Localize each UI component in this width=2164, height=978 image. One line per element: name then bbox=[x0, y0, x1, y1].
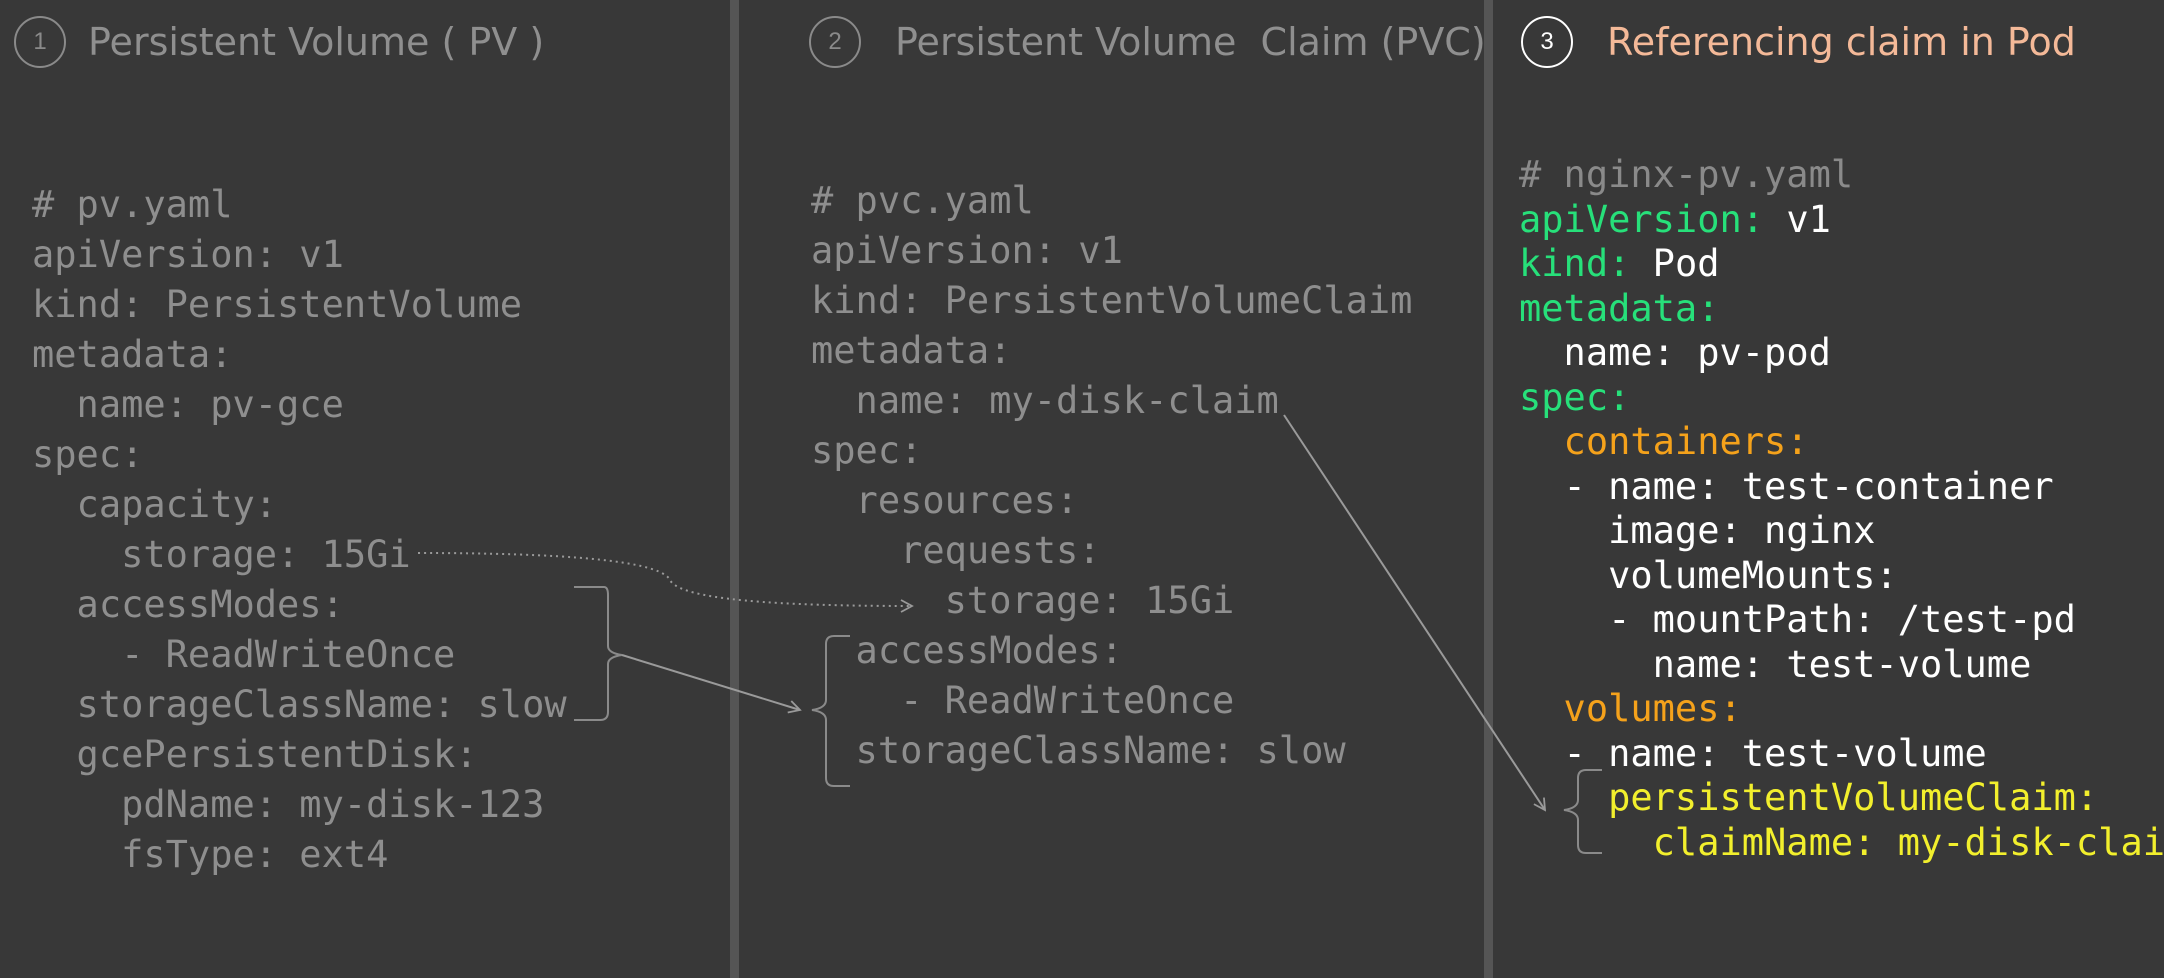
code-line: apiVersion: v1 bbox=[811, 229, 1123, 272]
code-key: name: bbox=[1519, 331, 1675, 374]
code-line: storageClassName: slow bbox=[811, 729, 1346, 772]
code-key: - name: bbox=[1519, 465, 1720, 508]
code-line: apiVersion: v1 bbox=[32, 233, 344, 276]
code-line: fsType: ext4 bbox=[32, 833, 389, 876]
code-key: kind: bbox=[1519, 242, 1631, 285]
code-key: spec: bbox=[1519, 376, 1631, 419]
code-line: name: my-disk-claim bbox=[811, 379, 1279, 422]
code-line: spec: bbox=[1519, 379, 1630, 416]
code-line: - ReadWriteOnce bbox=[811, 679, 1235, 722]
panel-title: Persistent Volume ( PV ) bbox=[88, 20, 545, 64]
code-line: kind: PersistentVolumeClaim bbox=[811, 279, 1413, 322]
code-value: test-volume bbox=[1719, 732, 1987, 775]
code-line: image: nginx bbox=[1519, 512, 1875, 549]
code-line: capacity: bbox=[32, 483, 278, 526]
panel-header: 1 Persistent Volume ( PV ) bbox=[0, 16, 730, 70]
code-line: apiVersion: v1 bbox=[1519, 201, 1831, 238]
panel-pod: 3 Referencing claim in Pod # nginx-pv.ya… bbox=[1493, 0, 2164, 978]
code-line: metadata: bbox=[32, 333, 233, 376]
code-line: volumes: bbox=[1519, 690, 1742, 727]
code-line: # pvc.yaml bbox=[811, 179, 1034, 222]
code-line: claimName: my-disk-claim bbox=[1519, 824, 2164, 861]
code-key: - mountPath: bbox=[1519, 598, 1876, 641]
code-key: volumes: bbox=[1519, 687, 1742, 730]
code-line: gcePersistentDisk: bbox=[32, 733, 478, 776]
code-line: resources: bbox=[811, 479, 1079, 522]
code-key: apiVersion: bbox=[1519, 198, 1765, 241]
code-line: kind: Pod bbox=[1519, 245, 1720, 282]
panel-title: Referencing claim in Pod bbox=[1607, 20, 2076, 64]
code-line: persistentVolumeClaim: bbox=[1519, 779, 2098, 816]
code-key: - name: bbox=[1519, 732, 1720, 775]
code-line: storage: 15Gi bbox=[32, 533, 411, 576]
code-key: metadata: bbox=[1519, 287, 1720, 330]
code-line: requests: bbox=[811, 529, 1101, 572]
code-line: # nginx-pv.yaml bbox=[1519, 156, 1853, 193]
panel-header: 3 Referencing claim in Pod bbox=[1493, 16, 2164, 70]
code-line: containers: bbox=[1519, 423, 1809, 460]
code-key: name: bbox=[1519, 643, 1765, 686]
code-line: spec: bbox=[32, 433, 144, 476]
code-value: v1 bbox=[1764, 198, 1831, 241]
code-line: pdName: my-disk-123 bbox=[32, 783, 545, 826]
code-value: test-container bbox=[1719, 465, 2054, 508]
code-line: accessModes: bbox=[32, 583, 344, 626]
code-line: name: pv-gce bbox=[32, 383, 344, 426]
code-value: test-volume bbox=[1764, 643, 2032, 686]
code-line: storageClassName: slow bbox=[32, 683, 567, 726]
code-key: containers: bbox=[1519, 420, 1809, 463]
code-line: - name: test-volume bbox=[1519, 735, 1987, 772]
code-key: image: bbox=[1519, 509, 1742, 552]
panel-pv: 1 Persistent Volume ( PV ) # pv.yaml api… bbox=[0, 0, 730, 978]
code-value: nginx bbox=[1741, 509, 1876, 552]
code-line: metadata: bbox=[1519, 290, 1719, 327]
code-line: volumeMounts: bbox=[1519, 557, 1898, 594]
code-line: accessModes: bbox=[811, 629, 1123, 672]
code-line: - name: test-container bbox=[1519, 468, 2054, 505]
code-line: name: pv-pod bbox=[1519, 334, 1831, 371]
step-number-badge: 3 bbox=[1521, 16, 1573, 68]
code-value: Pod bbox=[1630, 242, 1720, 285]
code-line: metadata: bbox=[811, 329, 1012, 372]
code-line: - mountPath: /test-pd bbox=[1519, 601, 2076, 638]
code-key: persistentVolumeClaim: bbox=[1519, 776, 2099, 819]
step-number-badge: 1 bbox=[14, 16, 66, 68]
code-line: name: test-volume bbox=[1519, 643, 2032, 686]
panel-pvc: 2 Persistent Volume Claim (PVC) # pvc.ya… bbox=[739, 0, 1486, 978]
code-key: claimName: my-disk-claim bbox=[1519, 821, 2164, 864]
panel-divider-2 bbox=[1484, 0, 1493, 978]
code-value: /test-pd bbox=[1875, 598, 2076, 641]
code-value: pv-pod bbox=[1674, 331, 1831, 374]
code-comment: # nginx-pv.yaml bbox=[1519, 153, 1854, 196]
code-line: spec: bbox=[811, 429, 923, 472]
code-line: - ReadWriteOnce bbox=[32, 633, 456, 676]
step-number-badge: 2 bbox=[809, 16, 861, 68]
code-key: volumeMounts: bbox=[1519, 554, 1898, 597]
panel-header: 2 Persistent Volume Claim (PVC) bbox=[739, 16, 1486, 70]
code-line: # pv.yaml bbox=[32, 183, 233, 226]
code-line: kind: PersistentVolume bbox=[32, 283, 523, 326]
panel-title: Persistent Volume Claim (PVC) bbox=[895, 20, 1486, 64]
panel-divider-1 bbox=[730, 0, 739, 978]
code-line: storage: 15Gi bbox=[811, 579, 1235, 622]
